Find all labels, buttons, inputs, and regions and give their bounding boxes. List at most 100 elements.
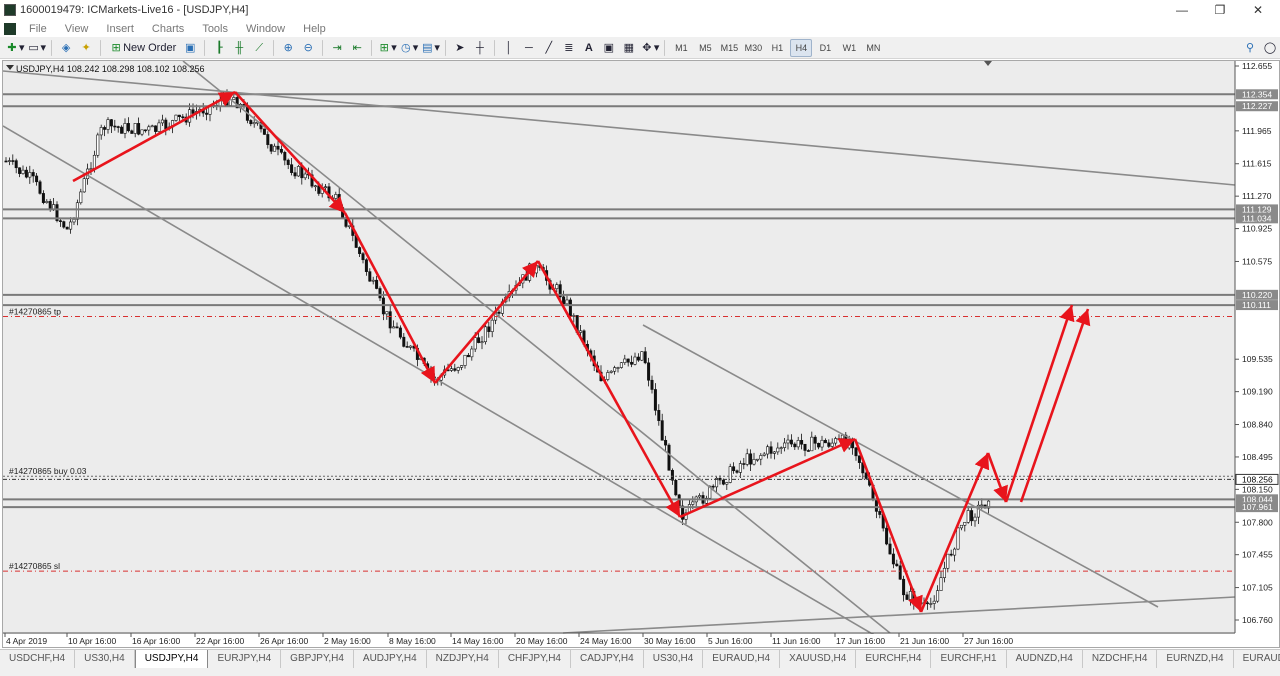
chart-tab[interactable]: US30,H4 <box>644 650 704 668</box>
tf-m5[interactable]: M5 <box>694 39 716 57</box>
chart-shift-button[interactable]: ⇤ <box>348 39 366 57</box>
fibonacci-button[interactable]: ▦ <box>620 39 638 57</box>
chart-tab[interactable]: CADJPY,H4 <box>571 650 644 668</box>
navigator-button[interactable]: ✦ <box>77 39 95 57</box>
chat-button[interactable]: ◯ <box>1261 39 1279 57</box>
candle-body <box>147 126 151 131</box>
search-button[interactable]: ⚲ <box>1241 39 1259 57</box>
candle-body <box>477 337 481 343</box>
indicators-button[interactable]: ⊞ ▾ <box>377 39 397 57</box>
profiles-button[interactable]: ▭ ▾ <box>27 39 46 57</box>
menu-insert[interactable]: Insert <box>97 23 143 35</box>
candle-body <box>290 164 294 173</box>
chart-tab[interactable]: EURCHF,H4 <box>856 650 932 668</box>
price-label: 111.615 <box>1242 159 1272 169</box>
chart-tab[interactable]: NZDJPY,H4 <box>427 650 499 668</box>
trendline-button[interactable]: ╱ <box>540 39 558 57</box>
horizontal-line-button[interactable]: ─ <box>520 39 538 57</box>
candle-body <box>480 341 484 344</box>
vertical-line-button[interactable]: │ <box>500 39 518 57</box>
candle-body <box>857 455 861 463</box>
text-label-button[interactable]: ▣ <box>600 39 618 57</box>
crosshair-button[interactable]: ┼ <box>471 39 489 57</box>
candle-body <box>276 145 280 150</box>
templates-button[interactable]: ▤ ▾ <box>420 39 440 57</box>
separator <box>100 39 102 56</box>
chart-tab[interactable]: AUDNZD,H4 <box>1007 650 1083 668</box>
candle-body <box>806 450 810 452</box>
candle-body <box>970 510 974 522</box>
price-label: 110.925 <box>1242 224 1272 234</box>
time-label: 26 Apr 16:00 <box>260 636 308 646</box>
candle-body <box>41 193 45 203</box>
search-icon: ⚲ <box>1245 41 1255 54</box>
tf-m1[interactable]: M1 <box>670 39 692 57</box>
chart-tab[interactable]: USDJPY,H4 <box>134 650 209 668</box>
channel-button[interactable]: ≣ <box>560 39 578 57</box>
cursor-button[interactable]: ➤ <box>451 39 469 57</box>
maximize-button[interactable]: ❐ <box>1202 0 1238 20</box>
tf-h4[interactable]: H4 <box>790 38 813 57</box>
menu-charts[interactable]: Charts <box>143 23 193 35</box>
autoscroll-button[interactable]: ⇥ <box>328 39 346 57</box>
new-chart-button[interactable]: ✚ ▾ <box>5 39 24 57</box>
strategy-tester-button[interactable]: ▣ <box>181 39 199 57</box>
tf-d1[interactable]: D1 <box>814 39 836 57</box>
candle-body <box>568 299 572 317</box>
tf-m30[interactable]: M30 <box>742 39 764 57</box>
separator <box>51 39 53 56</box>
price-label: 107.105 <box>1242 583 1273 593</box>
chart-area[interactable]: 112.655 111.965 111.615 111.270 110.925 110.5… <box>2 60 1280 648</box>
tf-w1[interactable]: W1 <box>838 39 860 57</box>
chart-tab[interactable]: XAUUSD,H4 <box>780 650 857 668</box>
chart-tab[interactable]: US30,H4 <box>75 650 135 668</box>
zoom-in-button[interactable]: ⊕ <box>279 39 297 57</box>
close-button[interactable]: ✕ <box>1240 0 1276 20</box>
menu-window[interactable]: Window <box>237 23 294 35</box>
chart-window-icon[interactable] <box>4 22 16 35</box>
menu-tools[interactable]: Tools <box>193 23 237 35</box>
chart-tab[interactable]: EURJPY,H4 <box>208 650 282 668</box>
bar-chart-button[interactable]: ┠ <box>210 39 228 57</box>
candle-body <box>565 299 569 305</box>
candlestick-button[interactable]: ╫ <box>230 39 248 57</box>
candle-body <box>555 284 559 290</box>
minimize-button[interactable]: — <box>1164 0 1200 20</box>
candle-body <box>249 120 253 125</box>
line-chart-button[interactable]: ⟋ <box>250 39 268 57</box>
chart-tab[interactable]: EURAUD,H4 <box>703 650 781 668</box>
candlestick-icon: ╫ <box>235 41 244 54</box>
chart-tab[interactable]: AUDJPY,H4 <box>354 650 427 668</box>
chart-tab[interactable]: EURAUD,H4 <box>1234 650 1280 668</box>
market-watch-button[interactable]: ◈ <box>57 39 75 57</box>
chart-tab[interactable]: USDCHF,H4 <box>0 650 76 668</box>
chart-tab[interactable]: EURNZD,H4 <box>1157 650 1234 668</box>
price-chart[interactable]: 112.655 111.965 111.615 111.270 110.925 110.5… <box>3 61 1279 647</box>
candle-body <box>191 109 195 114</box>
candle-body <box>388 311 392 329</box>
zoom-out-button[interactable]: ⊖ <box>299 39 317 57</box>
chart-tab[interactable]: EURCHF,H1 <box>931 650 1007 668</box>
chart-tab[interactable]: CHFJPY,H4 <box>499 650 571 668</box>
candle-body <box>266 134 270 145</box>
tf-m15[interactable]: M15 <box>718 39 740 57</box>
periods-button[interactable]: ◷ ▾ <box>399 39 418 57</box>
candle-body <box>269 144 273 152</box>
menu-view[interactable]: View <box>56 23 98 35</box>
tf-mn[interactable]: MN <box>862 39 884 57</box>
text-button[interactable]: A <box>580 39 598 57</box>
menu-file[interactable]: File <box>20 23 56 35</box>
candle-body <box>579 330 583 333</box>
chart-tab[interactable]: NZDCHF,H4 <box>1083 650 1158 668</box>
tf-h1[interactable]: H1 <box>766 39 788 57</box>
new-order-button[interactable]: ⊞ New Order <box>106 39 179 57</box>
chart-tab[interactable]: GBPJPY,H4 <box>281 650 354 668</box>
candle-body <box>657 410 661 421</box>
app-logo-icon <box>4 4 16 16</box>
menu-help[interactable]: Help <box>294 23 335 35</box>
separator <box>493 39 495 56</box>
candle-body <box>109 119 113 127</box>
candle-body <box>800 440 804 445</box>
arrows-button[interactable]: ✥ ▾ <box>640 39 659 57</box>
candle-body <box>779 447 783 449</box>
